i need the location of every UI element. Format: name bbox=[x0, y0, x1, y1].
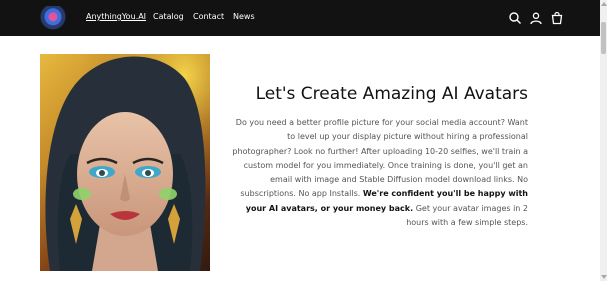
scroll-thumb[interactable] bbox=[601, 22, 606, 54]
nav-contact-link[interactable]: Contact bbox=[193, 12, 224, 21]
page-title: Let's Create Amazing AI Avatars bbox=[255, 84, 528, 104]
search-icon[interactable] bbox=[508, 11, 522, 25]
scroll-down-arrow-icon[interactable] bbox=[601, 275, 607, 279]
hero-description: Do you need a better profile picture for… bbox=[232, 116, 528, 230]
scroll-up-arrow-icon[interactable] bbox=[601, 2, 607, 6]
hero-outro-text: Get your avatar images in 2 hours with a… bbox=[406, 203, 528, 228]
nav-brand-link[interactable]: AnythingYou.AI bbox=[86, 12, 146, 21]
site-header: AnythingYou.AI Catalog Contact News bbox=[0, 0, 600, 36]
brand-logo[interactable] bbox=[40, 6, 66, 30]
hero-intro-text: Do you need a better profile picture for… bbox=[232, 118, 528, 199]
cart-icon[interactable] bbox=[550, 11, 564, 25]
page-scrollbar[interactable] bbox=[600, 0, 607, 281]
account-icon[interactable] bbox=[529, 11, 543, 25]
ai-avatar-image bbox=[40, 54, 210, 271]
nav-news-link[interactable]: News bbox=[233, 12, 255, 21]
nav-catalog-link[interactable]: Catalog bbox=[153, 12, 184, 21]
